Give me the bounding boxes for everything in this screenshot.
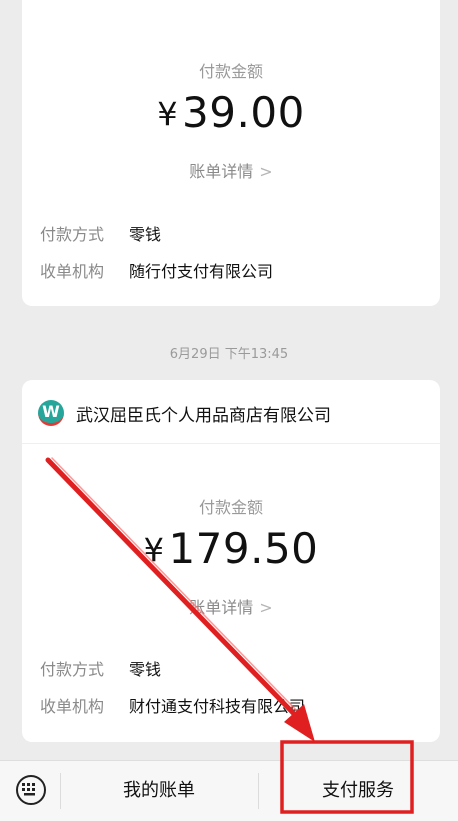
- acquirer-value: 随行付支付有限公司: [129, 262, 274, 281]
- payment-amount: ¥39.00: [22, 88, 440, 137]
- merchant-name: 武汉屈臣氏个人用品商店有限公司: [76, 405, 331, 426]
- payment-method-row: 付款方式 零钱: [40, 656, 422, 680]
- bill-detail-label: 账单详情: [189, 598, 254, 617]
- divider: [22, 443, 440, 444]
- acquirer-value: 财付通支付科技有限公司: [129, 697, 306, 716]
- currency-symbol: ¥: [157, 95, 179, 133]
- merchant-header[interactable]: W 武汉屈臣氏个人用品商店有限公司: [38, 400, 331, 426]
- acquirer-key: 收单机构: [40, 697, 105, 716]
- my-bill-tab[interactable]: 我的账单: [60, 761, 258, 821]
- amount-value: 179.50: [168, 524, 319, 573]
- timestamp-label: 6月29日 下午13:45: [169, 347, 289, 362]
- acquirer-key: 收单机构: [40, 262, 105, 281]
- currency-symbol: ¥: [143, 531, 165, 569]
- acquirer-row: 收单机构 随行付支付有限公司: [40, 258, 422, 282]
- payment-amount: ¥179.50: [22, 524, 440, 573]
- payment-service-tab[interactable]: 支付服务: [258, 761, 458, 821]
- merchant-logo-icon: W: [38, 400, 64, 426]
- amount-value: 39.00: [182, 88, 305, 137]
- payment-method-key: 付款方式: [40, 225, 105, 244]
- keyboard-icon[interactable]: [16, 775, 46, 805]
- payment-card-1: 付款金额 ¥39.00 账单详情 > 付款方式 零钱 收单机构 随行付支付有限公司: [22, 0, 440, 306]
- payment-method-key: 付款方式: [40, 660, 105, 679]
- bill-detail-link[interactable]: 账单详情 >: [22, 594, 440, 618]
- payment-method-value: 零钱: [129, 660, 162, 679]
- bottom-menu-bar: 我的账单 支付服务: [0, 760, 458, 821]
- payment-method-value: 零钱: [129, 225, 162, 244]
- bill-detail-link[interactable]: 账单详情 >: [22, 158, 440, 182]
- payment-method-row: 付款方式 零钱: [40, 221, 422, 245]
- acquirer-row: 收单机构 财付通支付科技有限公司: [40, 693, 422, 717]
- amount-label: 付款金额: [198, 498, 263, 517]
- bill-detail-label: 账单详情: [189, 162, 254, 181]
- chevron-right-icon: >: [259, 598, 273, 617]
- payment-card-2[interactable]: W 武汉屈臣氏个人用品商店有限公司 付款金额 ¥179.50 账单详情 > 付款方…: [22, 380, 440, 742]
- chevron-right-icon: >: [259, 162, 273, 181]
- amount-label: 付款金额: [198, 62, 263, 81]
